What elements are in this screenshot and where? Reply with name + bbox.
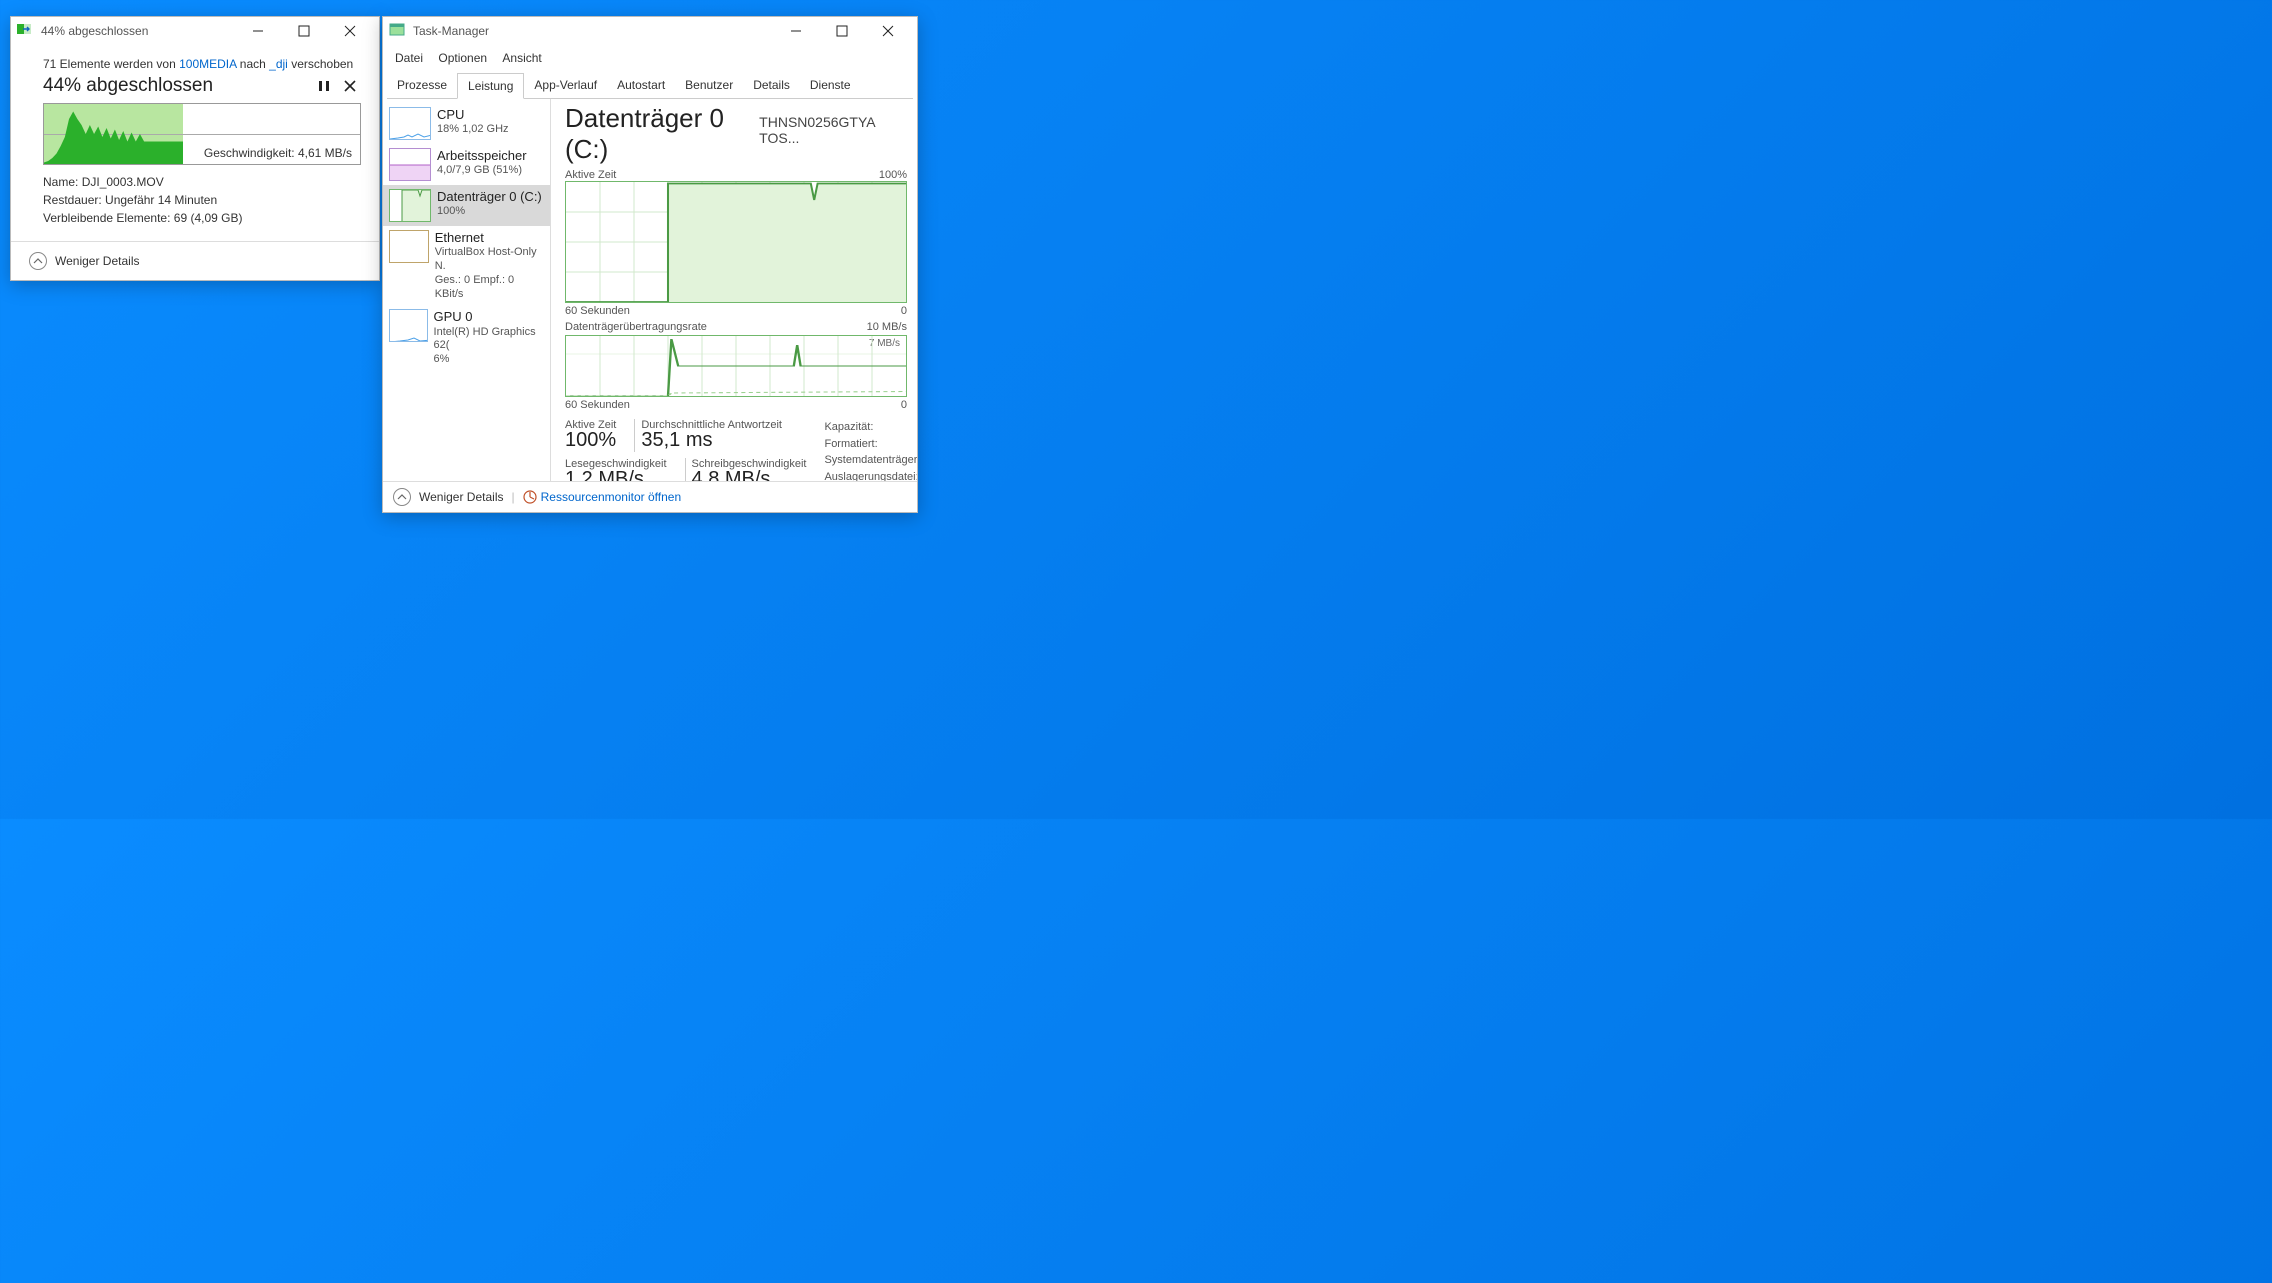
file-copy-window: 44% abgeschlossen 71 Elemente werden von…	[10, 16, 380, 281]
copy-items-left: Verbleibende Elemente: 69 (4,09 GB)	[43, 209, 361, 227]
fewer-details-toggle[interactable]: Weniger Details	[55, 254, 139, 268]
maximize-button[interactable]	[281, 17, 327, 45]
dest-link[interactable]: _dji	[269, 57, 288, 71]
tab-users[interactable]: Benutzer	[675, 73, 743, 98]
active-time-xright: 0	[901, 305, 907, 317]
cpu-thumb-icon	[389, 107, 431, 140]
active-time-xleft: 60 Sekunden	[565, 305, 630, 317]
disk-active-time-value: 100%	[565, 429, 616, 452]
copy-percent-heading: 44% abgeschlossen	[43, 75, 309, 97]
open-resource-monitor-link[interactable]: Ressourcenmonitor öffnen	[541, 490, 682, 504]
chevron-up-icon[interactable]	[29, 252, 47, 270]
transfer-rate-xleft: 60 Sekunden	[565, 399, 630, 411]
disk-formatted: Formatiert:2	[824, 436, 917, 453]
task-manager-window: Task-Manager Datei Optionen Ansicht Proz…	[382, 16, 918, 513]
tab-performance[interactable]: Leistung	[457, 73, 524, 99]
transfer-rate-max: 10 MB/s	[867, 321, 907, 333]
close-button[interactable]	[327, 17, 373, 45]
menu-file[interactable]: Datei	[389, 47, 429, 69]
tab-startup[interactable]: Autostart	[607, 73, 675, 98]
copy-summary-line: 71 Elemente werden von 100MEDIA nach _dj…	[43, 57, 361, 71]
task-manager-icon	[389, 22, 407, 40]
tab-details[interactable]: Details	[743, 73, 800, 98]
transfer-rate-label: Datenträgerübertragungsrate	[565, 321, 707, 333]
menu-view[interactable]: Ansicht	[496, 47, 547, 69]
sidebar-item-gpu[interactable]: GPU 0Intel(R) HD Graphics 62(6%	[383, 305, 550, 371]
disk-response-time-value: 35,1 ms	[641, 429, 782, 452]
transfer-rate-xright: 0	[901, 399, 907, 411]
pause-button[interactable]	[313, 75, 335, 97]
copy-filename: Name: DJI_0003.MOV	[43, 173, 361, 191]
file-copy-title: 44% abgeschlossen	[41, 24, 235, 38]
memory-thumb-icon	[389, 148, 431, 181]
ethernet-thumb-icon	[389, 230, 429, 263]
task-manager-titlebar[interactable]: Task-Manager	[383, 17, 917, 45]
disk-device-name: THNSN0256GTYA TOS...	[759, 114, 907, 146]
sidebar-item-disk[interactable]: Datenträger 0 (C:)100%	[383, 185, 550, 226]
fewer-details-toggle[interactable]: Weniger Details	[419, 490, 503, 504]
maximize-button[interactable]	[819, 17, 865, 45]
gpu-thumb-icon	[389, 309, 428, 342]
resource-monitor-icon	[523, 490, 537, 504]
chevron-up-icon[interactable]	[393, 488, 411, 506]
disk-heading: Datenträger 0 (C:)	[565, 103, 759, 165]
task-manager-title: Task-Manager	[413, 24, 773, 38]
copy-speed-label: Geschwindigkeit: 4,61 MB/s	[202, 146, 354, 160]
file-copy-icon	[17, 22, 35, 40]
tab-services[interactable]: Dienste	[800, 73, 861, 98]
disk-system: Systemdatenträger:J	[824, 452, 917, 469]
tab-app-history[interactable]: App-Verlauf	[524, 73, 607, 98]
minimize-button[interactable]	[235, 17, 281, 45]
active-time-graph[interactable]	[565, 181, 907, 303]
transfer-rate-graph[interactable]: 7 MB/s	[565, 335, 907, 397]
sidebar-item-cpu[interactable]: CPU18% 1,02 GHz	[383, 103, 550, 144]
active-time-max: 100%	[879, 169, 907, 181]
menubar: Datei Optionen Ansicht	[383, 45, 917, 69]
active-time-label: Aktive Zeit	[565, 169, 616, 181]
sidebar-item-ethernet[interactable]: EthernetVirtualBox Host-Only N.Ges.: 0 E…	[383, 226, 550, 305]
disk-thumb-icon	[389, 189, 431, 222]
menu-options[interactable]: Optionen	[432, 47, 493, 69]
minimize-button[interactable]	[773, 17, 819, 45]
close-button[interactable]	[865, 17, 911, 45]
file-copy-titlebar[interactable]: 44% abgeschlossen	[11, 17, 379, 45]
source-link[interactable]: 100MEDIA	[179, 57, 236, 71]
disk-capacity: Kapazität:2	[824, 419, 917, 436]
disk-pagefile: Auslagerungsdatei:J	[824, 469, 917, 482]
copy-remaining: Restdauer: Ungefähr 14 Minuten	[43, 191, 361, 209]
tab-processes[interactable]: Prozesse	[387, 73, 457, 98]
sidebar-item-memory[interactable]: Arbeitsspeicher4,0/7,9 GB (51%)	[383, 144, 550, 185]
disk-detail-pane: Datenträger 0 (C:) THNSN0256GTYA TOS... …	[551, 99, 917, 481]
tabs: Prozesse Leistung App-Verlauf Autostart …	[387, 73, 913, 99]
cancel-button[interactable]	[339, 75, 361, 97]
performance-sidebar: CPU18% 1,02 GHz Arbeitsspeicher4,0/7,9 G…	[383, 99, 551, 481]
copy-speed-graph: Geschwindigkeit: 4,61 MB/s	[43, 103, 361, 165]
